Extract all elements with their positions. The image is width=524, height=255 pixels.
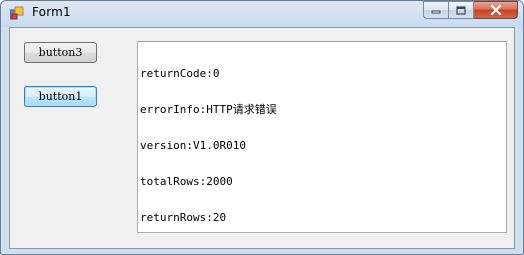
output-textbox[interactable]: returnCode:0 errorInfo:HTTP请求错误 version:…	[137, 41, 507, 233]
output-line-return-code: returnCode:0	[140, 67, 220, 80]
app-icon	[10, 6, 24, 20]
output-line-total-rows: totalRows:2000	[140, 175, 233, 188]
output-line-error-info: errorInfo:HTTP请求错误	[140, 103, 277, 116]
close-icon	[490, 5, 501, 15]
window-title: Form1	[32, 5, 71, 19]
title-bar[interactable]: Form1	[1, 1, 523, 25]
output-line-return-rows: returnRows:20	[140, 211, 227, 224]
minimize-button[interactable]	[423, 1, 449, 19]
maximize-button[interactable]	[449, 1, 474, 19]
close-button[interactable]	[474, 1, 518, 19]
minimize-icon	[431, 10, 441, 14]
button3[interactable]: button3	[24, 42, 97, 63]
form1-window: Form1 button3 button1 returnCode:0 error…	[0, 0, 524, 255]
button1[interactable]: button1	[24, 86, 97, 107]
window-controls	[423, 1, 518, 21]
maximize-icon	[456, 5, 466, 15]
output-line-version: version:V1.0R010	[140, 139, 246, 152]
form-client-area: button3 button1 returnCode:0 errorInfo:H…	[9, 27, 515, 249]
